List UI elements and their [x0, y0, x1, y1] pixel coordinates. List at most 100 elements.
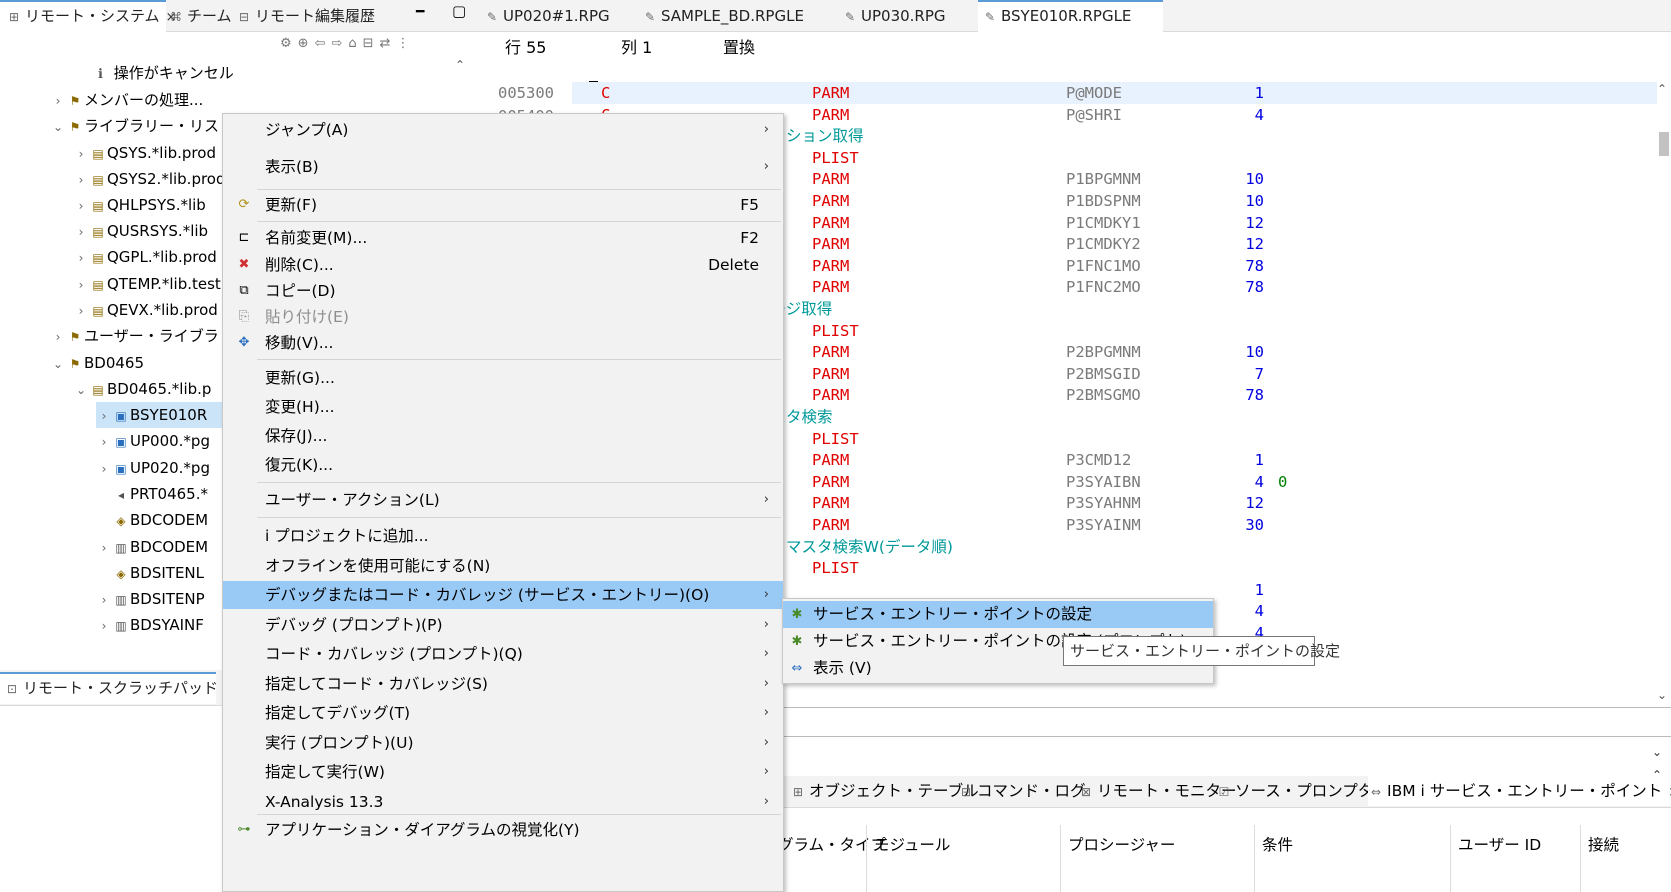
chevron-right-icon[interactable]: ›	[73, 298, 89, 324]
chevron-down-icon[interactable]: ⌄	[73, 377, 89, 403]
tree-node-lib[interactable]: › ▤ QSYS.*lib.prod	[73, 140, 216, 166]
menu-item[interactable]: 指定してデバッグ(T) ›	[223, 699, 783, 727]
menu-item-label: ジャンプ(A)	[265, 121, 349, 139]
menu-item[interactable]: 変更(H)...	[223, 393, 783, 421]
tab-command-log[interactable]: ⊟ コマンド・ログ	[958, 776, 1086, 806]
toolbar-menu-icon[interactable]: ⋮	[396, 36, 415, 51]
minimize-button[interactable]: ━	[416, 4, 424, 20]
tree-node-bd0465[interactable]: ⌄ ⚑ BD0465	[50, 350, 144, 376]
tree-node-object[interactable]: › ▥ BDSYAINF	[96, 612, 204, 638]
toolbar-link-icon[interactable]: ⇄	[380, 36, 397, 51]
tree-node-object[interactable]: › ▣ UP000.*pg	[96, 428, 210, 454]
scroll-thumb[interactable]	[1659, 132, 1669, 156]
menu-item[interactable]: X-Analysis 13.3 ›	[223, 788, 783, 816]
tree-node-lib[interactable]: › ▤ QEVX.*lib.prod	[73, 297, 218, 323]
toolbar-home-icon[interactable]: ⌂	[348, 36, 362, 51]
menu-item[interactable]: ✖ 削除(C)... Delete	[223, 251, 783, 279]
chevron-right-icon[interactable]: ›	[96, 429, 112, 455]
menu-item[interactable]: 保存(J)...	[223, 422, 783, 450]
maximize-button[interactable]: ▢	[452, 2, 466, 20]
code-result-field: P3SYAINM	[1066, 516, 1141, 534]
tree-node-user-libraries[interactable]: › ⚑ ユーザー・ライブラリー	[50, 323, 235, 349]
tab-source-prompter[interactable]: ☑ ソース・プロンプター	[1216, 776, 1389, 806]
toolbar-back-icon[interactable]: ⇦	[315, 36, 332, 51]
menu-item[interactable]: オフラインを使用可能にする(N)	[223, 552, 783, 580]
menu-item[interactable]: i プロジェクトに追加...	[223, 522, 783, 550]
chevron-right-icon[interactable]: ›	[96, 587, 112, 613]
code-opcode: PARM	[812, 192, 850, 210]
tree-node-member-processing[interactable]: › ⚑ メンバーの処理...	[50, 87, 204, 114]
editor-tab-active[interactable]: ✎ BSYE010R.RPGLE	[978, 0, 1163, 32]
chevron-right-icon[interactable]: ›	[96, 535, 112, 561]
tab-remote-history[interactable]: ⊟ リモート編集履歴	[236, 0, 396, 32]
chevron-right-icon[interactable]: ›	[96, 456, 112, 482]
chevron-right-icon[interactable]: ›	[73, 245, 89, 271]
tab-remote-scratchpad[interactable]: ⊡リモート・スクラッチパッド×	[0, 672, 235, 704]
editor-tab[interactable]: ✎ SAMPLE_BD.RPGLE	[642, 0, 832, 32]
chevron-right-icon[interactable]: ›	[50, 88, 66, 114]
menu-item[interactable]: デバッグ (プロンプト)(P) ›	[223, 611, 783, 639]
chevron-right-icon[interactable]: ›	[73, 193, 89, 219]
scroll-down-icon[interactable]: ⌄	[1657, 688, 1667, 702]
menu-item[interactable]: 指定して実行(W) ›	[223, 758, 783, 786]
code-opcode: PARM	[812, 343, 850, 362]
menu-item[interactable]: デバッグまたはコード・カバレッジ (サービス・エントリー)(O) ›	[223, 581, 783, 609]
toolbar-connect-icon[interactable]: ⚙	[280, 36, 298, 51]
tree-node-lib[interactable]: › ▤ QTEMP.*lib.test	[73, 271, 221, 297]
scroll-up-icon[interactable]: ⌃	[450, 58, 470, 72]
toolbar-forward-icon[interactable]: ⇨	[331, 36, 348, 51]
chevron-right-icon[interactable]: ›	[96, 613, 112, 639]
menu-item[interactable]: 更新(G)...	[223, 364, 783, 392]
tree-node-object[interactable]: › ▣ UP020.*pg	[96, 455, 210, 481]
tab-service-entry-points[interactable]: ⇔IBM i サービス・エントリー・ポイント×	[1368, 776, 1671, 806]
team-icon: ⌘	[170, 10, 182, 24]
chevron-down-icon[interactable]: ⌄	[50, 351, 66, 377]
scroll-up-icon[interactable]: ⌃	[1657, 82, 1671, 96]
menu-item[interactable]: 実行 (プロンプト)(U) ›	[223, 729, 783, 757]
editor-tab[interactable]: ✎ UP020#1.RPG	[484, 0, 634, 32]
chevron-right-icon: ›	[763, 646, 769, 661]
menu-item[interactable]: コード・カバレッジ (プロンプト)(Q) ›	[223, 640, 783, 668]
tab-object-table[interactable]: ⊞ オブジェクト・テーブル	[790, 776, 979, 806]
tree-node-lib[interactable]: › ▤ QGPL.*lib.prod	[73, 244, 217, 270]
toolbar-new-icon[interactable]: ⊕	[298, 36, 315, 51]
chevron-right-icon[interactable]: ›	[73, 219, 89, 245]
tree-node-lib[interactable]: › ▤ QUSRSYS.*lib	[73, 218, 208, 244]
menu-item[interactable]: 復元(K)...	[223, 451, 783, 479]
chevron-right-icon[interactable]: ›	[96, 403, 112, 429]
menu-item[interactable]: ⧉ コピー(D)	[223, 277, 783, 305]
tree-node-lib[interactable]: › ▤ QSYS2.*lib.prod	[73, 166, 226, 192]
menu-item[interactable]: ⊏ 名前変更(M)... F2	[223, 224, 783, 252]
editor-tab[interactable]: ✎ UP030.RPG	[842, 0, 982, 32]
tree-node-object-selected[interactable]: › ▣ BSYE010R	[96, 402, 235, 428]
tree-node-bd0465-lib[interactable]: ⌄ ▤ BD0465.*lib.p	[73, 376, 211, 402]
toolbar-collapse-icon[interactable]: ⊟	[363, 36, 380, 51]
menu-item[interactable]: ⟳ 更新(F) F5	[223, 191, 783, 219]
tab-remote-monitor[interactable]: ⊠ リモート・モニター	[1078, 776, 1237, 806]
tree-node-object[interactable]: › ▥ BDSITENP	[96, 586, 205, 612]
tree-node-object[interactable]: ◂ PRT0465.*	[96, 481, 208, 507]
menu-item[interactable]: 表示(B) ›	[223, 153, 783, 181]
menu-item[interactable]: ジャンプ(A) ›	[223, 116, 783, 144]
menu-item[interactable]: ⊶ アプリケーション・ダイアグラムの視覚化(Y)	[223, 816, 783, 844]
tree-node-library-list[interactable]: ⌄ ⚑ ライブラリー・リスト	[50, 113, 234, 139]
tab-team[interactable]: ⌘ チーム	[168, 0, 234, 32]
menu-item[interactable]: ユーザー・アクション(L) ›	[223, 486, 783, 514]
submenu-item-set-sep[interactable]: ✱ サービス・エントリー・ポイントの設定	[783, 601, 1213, 628]
menu-item[interactable]: 指定してコード・カバレッジ(S) ›	[223, 670, 783, 698]
dropdown-icon[interactable]: ⌄	[1652, 745, 1662, 759]
chevron-right-icon[interactable]: ›	[50, 324, 66, 350]
sep-icon: ⇔	[1370, 785, 1382, 799]
chevron-right-icon[interactable]: ›	[73, 167, 89, 193]
chevron-right-icon[interactable]: ›	[73, 272, 89, 298]
tree-node-lib[interactable]: › ▤ QHLPSYS.*lib	[73, 192, 206, 218]
chevron-down-icon[interactable]: ⌄	[50, 114, 66, 140]
tree-node-object[interactable]: ◈ BDCODEM	[96, 507, 208, 533]
tree-node-object[interactable]: › ▥ BDCODEM	[96, 534, 209, 561]
menu-item[interactable]: ✥ 移動(V)...	[223, 329, 783, 357]
tree-node-object[interactable]: ◈ BDSITENL	[96, 560, 204, 586]
tab-remote-systems[interactable]: ⊞ リモート・システム ×	[0, 0, 176, 32]
menu-separator	[257, 482, 781, 483]
chevron-right-icon[interactable]: ›	[73, 141, 89, 167]
editor-scrollbar[interactable]: ⌃ ⌄	[1657, 82, 1671, 702]
